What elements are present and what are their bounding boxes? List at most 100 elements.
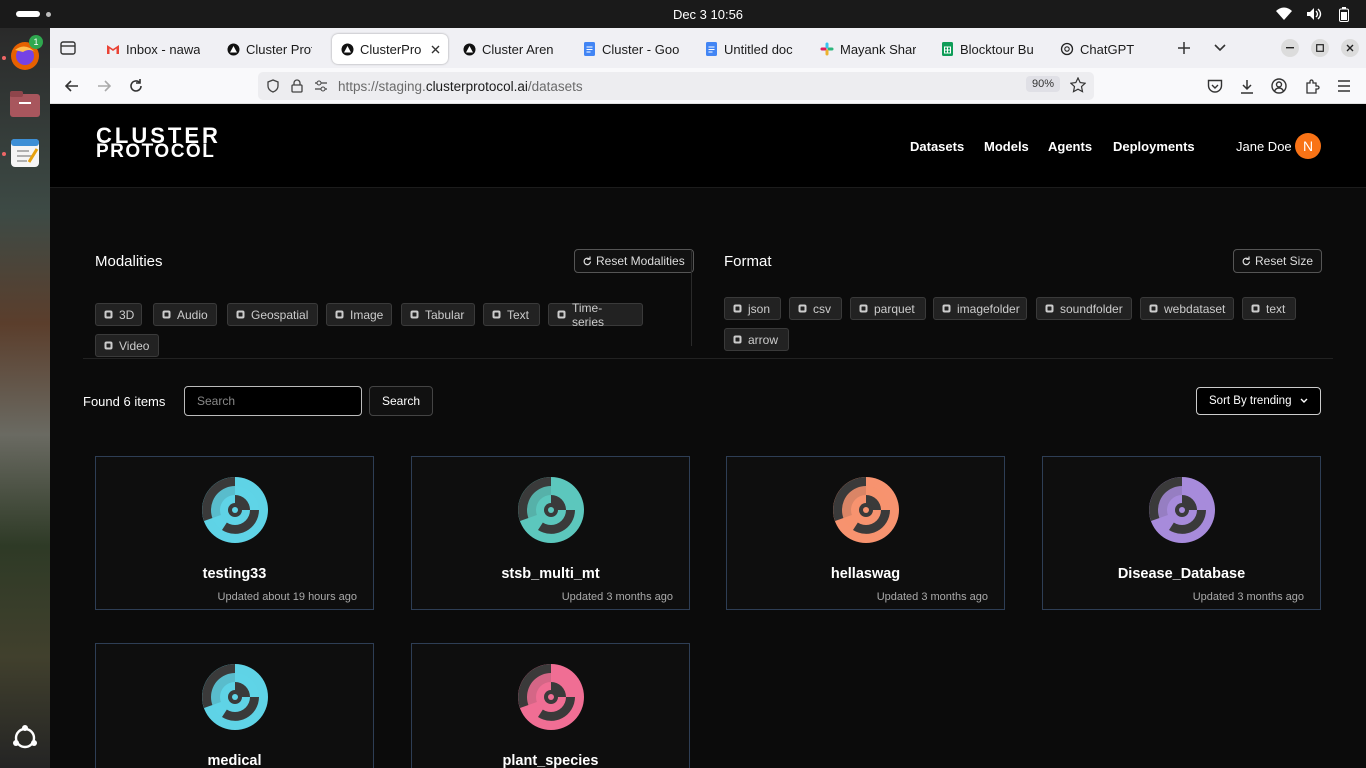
url-bar[interactable]: https://staging.clusterprotocol.ai/datas… [258,72,1094,100]
dataset-card[interactable]: stsb_multi_mt Updated 3 months ago [411,456,690,610]
firefox-view-icon[interactable] [58,38,78,58]
modality-chip-geospatial[interactable]: Geospatial [227,303,318,326]
modality-label: Text [507,307,530,322]
modality-chip-video[interactable]: Video [95,334,159,357]
dataset-card[interactable]: Disease_Database Updated 3 months ago [1042,456,1321,610]
format-chip-text[interactable]: text [1242,297,1296,320]
menu-icon[interactable] [1334,76,1354,96]
reload-button[interactable] [126,76,146,96]
reset-size-button[interactable]: Reset Size [1233,249,1323,273]
modality-chip-text[interactable]: Text [483,303,540,326]
downloads-icon[interactable] [1237,76,1257,96]
dataset-name[interactable]: hellaswag [727,566,1004,582]
format-icon [1045,304,1054,313]
modality-chip-audio[interactable]: Audio [153,303,217,326]
running-indicator [2,56,6,60]
user-name[interactable]: Jane Doe [1236,139,1292,154]
system-tray[interactable] [1276,6,1352,22]
files-icon[interactable] [7,86,43,122]
format-chip-webdataset[interactable]: webdataset [1140,297,1234,320]
pocket-icon[interactable] [1205,76,1225,96]
modality-chip-image[interactable]: Image [326,303,392,326]
browser-tab[interactable]: Untitled doc [696,34,808,64]
back-button[interactable] [62,76,82,96]
format-chip-arrow[interactable]: arrow [724,328,789,351]
format-chip-parquet[interactable]: parquet [850,297,926,320]
modality-chip-time-series[interactable]: Time-series [548,301,643,329]
extensions-icon[interactable] [1302,76,1322,96]
gmail-icon [106,42,120,56]
system-top-bar: Dec 3 10:56 [0,0,1366,28]
bookmark-star-icon[interactable] [1069,76,1087,96]
filters-divider [691,250,692,346]
dataset-card[interactable]: testing33 Updated about 19 hours ago [95,456,374,610]
cluster-protocol-logo[interactable]: CLUSTER PROTOCOL [96,125,221,162]
site-header: CLUSTER PROTOCOL Datasets Models Agents … [50,104,1366,188]
dataset-name[interactable]: Disease_Database [1043,566,1320,582]
battery-icon[interactable] [1336,6,1352,22]
reset-modalities-button[interactable]: Reset Modalities [574,249,694,273]
url-text[interactable]: https://staging.clusterprotocol.ai/datas… [338,79,583,94]
browser-tab[interactable]: Cluster Aren [454,34,566,64]
modality-label: Tabular [425,307,465,322]
browser-tab[interactable]: Cluster - Goo [574,34,688,64]
system-clock[interactable]: Dec 3 10:56 [0,7,1366,22]
modality-label: 3D [119,307,135,322]
browser-tab[interactable]: Inbox - nawa [98,34,230,64]
nav-models[interactable]: Models [984,139,1029,154]
dataset-name[interactable]: medical [96,753,373,768]
format-chip-csv[interactable]: csv [789,297,842,320]
format-chip-soundfolder[interactable]: soundfolder [1036,297,1132,320]
browser-tab[interactable]: Blocktour Bu [932,34,1044,64]
nav-deployments[interactable]: Deployments [1113,139,1195,154]
reset-icon [1242,256,1251,266]
format-chip-json[interactable]: json [724,297,781,320]
dataset-avatar-icon [833,477,899,543]
sort-select[interactable]: Sort By trending [1196,387,1321,415]
tab-label: Blocktour Bu [960,41,1034,57]
close-window-button[interactable] [1341,39,1359,57]
modality-chip-tabular[interactable]: Tabular [401,303,475,326]
format-label: parquet [874,301,915,316]
logo-line-2: PROTOCOL [96,141,216,162]
forward-button[interactable] [94,76,114,96]
minimize-window-button[interactable] [1281,39,1299,57]
dataset-avatar-icon [518,477,584,543]
dataset-name[interactable]: plant_species [412,753,689,768]
list-all-tabs-icon[interactable] [1210,38,1230,58]
search-button[interactable]: Search [369,386,433,416]
account-icon[interactable] [1269,76,1289,96]
dataset-card[interactable]: medical [95,643,374,768]
dataset-card[interactable]: hellaswag Updated 3 months ago [726,456,1005,610]
format-chip-imagefolder[interactable]: imagefolder [933,297,1027,320]
firefox-icon[interactable]: 1 [7,35,43,74]
dataset-avatar-icon [202,664,268,730]
browser-tab[interactable]: ClusterPro [332,34,448,64]
new-tab-button[interactable] [1174,38,1194,58]
format-label: imagefolder [957,301,1020,316]
wifi-icon[interactable] [1276,6,1292,22]
slack-icon [820,42,834,56]
close-tab-icon[interactable] [431,41,440,57]
dataset-avatar-icon [202,477,268,543]
nav-datasets[interactable]: Datasets [910,139,964,154]
browser-tab[interactable]: Mayank Shar [812,34,924,64]
dataset-name[interactable]: stsb_multi_mt [412,566,689,582]
browser-tab[interactable]: ChatGPT [1052,34,1152,64]
zoom-level[interactable]: 90% [1025,76,1060,92]
search-input[interactable] [184,386,362,416]
dock: 1 [0,28,50,768]
browser-tab[interactable]: Cluster Proto [218,34,320,64]
shield-icon[interactable] [264,77,282,95]
text-editor-icon[interactable] [7,134,43,170]
modality-chip-3d[interactable]: 3D [95,303,142,326]
volume-icon[interactable] [1306,6,1322,22]
lock-icon[interactable] [288,77,306,95]
nav-agents[interactable]: Agents [1048,139,1092,154]
avatar[interactable]: N [1295,133,1321,159]
dataset-card[interactable]: plant_species [411,643,690,768]
dataset-name[interactable]: testing33 [96,566,373,582]
maximize-window-button[interactable] [1311,39,1329,57]
show-apps-icon[interactable] [7,720,43,756]
site-permissions-icon[interactable] [312,77,330,95]
